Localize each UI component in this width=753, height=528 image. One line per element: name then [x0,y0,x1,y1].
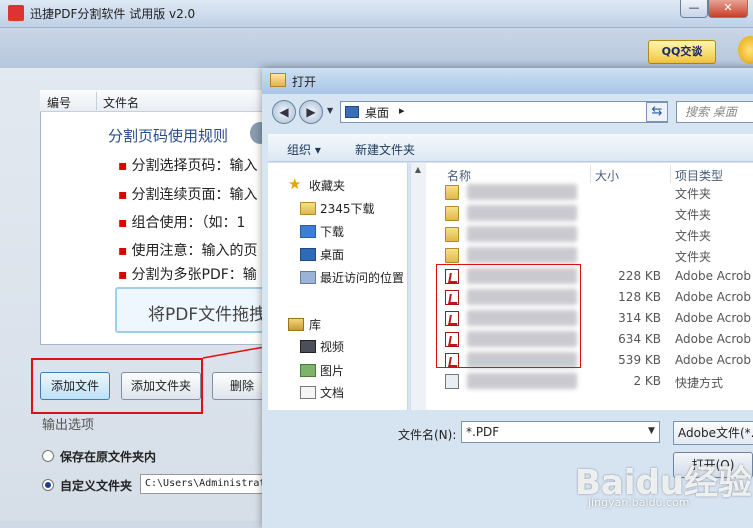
pictures-icon [300,364,316,377]
nav-item-pictures[interactable]: 图片 [320,362,344,379]
library-icon [288,318,304,331]
dialog-title: 打开 [292,75,317,89]
new-folder-button[interactable]: 新建文件夹 [355,141,415,158]
nav-item-recent[interactable]: 最近访问的位置 [320,269,404,286]
folder-icon [300,202,316,215]
file-type: 文件夹 [675,187,712,201]
address-text[interactable]: 桌面 [365,104,389,121]
file-size: 314 KB [618,311,661,325]
nav-item-desktop[interactable]: 桌面 [320,246,344,263]
column-divider [670,165,671,183]
file-type: 文件夹 [675,229,712,243]
file-row[interactable]: 文件夹 [445,245,753,266]
file-size: 634 KB [618,332,661,346]
column-divider [590,165,591,183]
nav-scrollbar[interactable] [410,163,426,410]
pdf-highlight-box [436,264,581,368]
folder-icon [445,206,459,221]
file-name-blurred [467,184,577,200]
file-type: Adobe Acrob [675,269,751,283]
filename-label: 文件名(N): [398,428,457,442]
address-bar[interactable]: 桌面 ▸ ▼ [340,101,668,123]
folder-icon [445,185,459,200]
forward-button[interactable]: ▶ [299,100,323,124]
file-row[interactable]: 2 KB 快捷方式 [445,371,753,392]
download-icon [300,225,316,238]
favorites-star-icon: ★ [288,175,302,193]
documents-icon [300,386,316,399]
file-type: 文件夹 [675,208,712,222]
desktop-icon [300,248,316,261]
nav-favorites[interactable]: 收藏夹 [309,177,345,194]
organize-menu[interactable]: 组织 ▾ [287,141,321,158]
scroll-up-icon[interactable]: ▲ [412,165,424,177]
file-name-blurred [467,205,577,221]
filename-dropdown-icon[interactable]: ▼ [648,426,655,436]
watermark-url: jingyan.baidu.com [588,496,690,509]
file-size: 539 KB [618,353,661,367]
file-type: Adobe Acrob [675,332,751,346]
file-row[interactable]: 文件夹 [445,224,753,245]
folder-icon [445,248,459,263]
video-icon [300,340,316,353]
file-type: 文件夹 [675,250,712,264]
file-type: Adobe Acrob [675,353,751,367]
dialog-folder-icon [270,73,286,87]
file-type: Adobe Acrob [675,290,751,304]
refresh-icon[interactable]: ⇆ [646,102,668,122]
file-row[interactable]: 文件夹 [445,182,753,203]
address-chevron-icon[interactable]: ▸ [399,104,405,117]
file-name-blurred [467,373,577,389]
filename-input[interactable]: *.PDF [461,421,660,443]
filetype-select[interactable]: Adobe文件(*. [673,421,753,445]
recent-places-icon [300,271,316,284]
history-dropdown-icon[interactable]: ▼ [327,106,333,115]
file-row[interactable]: 文件夹 [445,203,753,224]
file-type: 快捷方式 [675,376,724,390]
nav-item-documents[interactable]: 文档 [320,384,344,401]
file-size: 228 KB [618,269,661,283]
nav-library[interactable]: 库 [309,316,321,333]
file-size: 128 KB [618,290,661,304]
folder-icon [445,227,459,242]
dialog-titlebar [262,68,753,94]
desktop-icon [345,106,359,118]
file-size: 2 KB [633,374,661,388]
nav-item-2345-download[interactable]: 2345下载 [320,200,375,217]
back-button[interactable]: ◀ [272,100,296,124]
file-type: Adobe Acrob [675,311,751,325]
search-input[interactable]: 搜索 桌面 [676,101,753,123]
nav-item-videos[interactable]: 视频 [320,338,344,355]
nav-item-downloads[interactable]: 下载 [320,223,344,240]
dialog-toolbar [268,134,753,162]
shortcut-icon [445,374,459,389]
file-name-blurred [467,226,577,242]
file-name-blurred [467,247,577,263]
